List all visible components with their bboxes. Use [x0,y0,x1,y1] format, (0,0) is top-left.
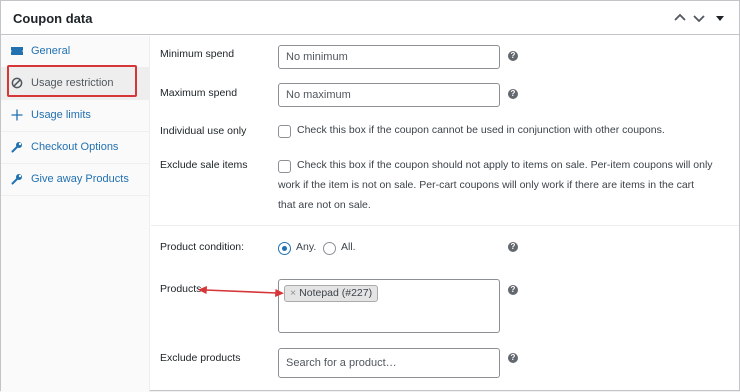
min-spend-input[interactable] [278,45,500,69]
products-label: Products [160,283,202,295]
individual-use-label: Individual use only [160,125,247,137]
tab-label: Checkout Options [31,141,119,153]
selected-product-name: Notepad (#227) [299,287,373,299]
move-up-button[interactable] [671,9,689,27]
exclude-sale-label: Exclude sale items [160,159,248,171]
usage-restriction-panel: Minimum spend ? Maximum spend ? Individu… [151,36,739,392]
wrench-icon [11,141,23,153]
exclude-products-label: Exclude products [160,352,241,364]
panel-title: Coupon data [13,11,93,26]
exclude-products-input[interactable] [278,348,500,378]
help-icon[interactable]: ? [508,285,518,295]
exclude-sale-description-line: that are not on sale. [278,199,371,211]
caret-down-icon [716,16,724,21]
exclude-sale-description-line: Check this box if the coupon should not … [297,159,713,171]
chevron-down-icon [693,15,705,23]
individual-use-description: Check this box if the coupon cannot be u… [297,124,665,136]
min-spend-label: Minimum spend [160,48,235,60]
max-spend-input[interactable] [278,83,500,107]
remove-icon[interactable]: × [290,287,296,299]
max-spend-label: Maximum spend [160,87,238,99]
products-select[interactable]: × Notepad (#227) [278,279,500,333]
tab-label: General [31,45,71,57]
toggle-panel-button[interactable] [711,9,729,27]
annotation-highlight-box [7,65,137,97]
section-divider [151,225,739,226]
tab-label: Usage limits [31,109,91,121]
chevron-up-icon [674,13,686,21]
condition-any-radio[interactable] [278,242,291,255]
selected-product-chip: × Notepad (#227) [284,285,379,302]
tab-general[interactable]: General [1,36,150,68]
help-icon[interactable]: ? [508,353,518,363]
annotation-double-arrow [198,286,284,297]
move-down-button[interactable] [690,9,708,27]
wrench-icon [11,173,23,185]
exclude-sale-description-line: work if the item is not on sale. Per-car… [278,179,695,191]
product-condition-label: Product condition: [160,241,245,253]
tab-label: Give away Products [31,173,129,185]
exclude-sale-checkbox[interactable] [278,160,291,173]
condition-all-label: All. [341,241,356,253]
help-icon[interactable]: ? [508,51,518,61]
condition-any-label: Any. [296,241,317,253]
tab-give-away-products[interactable]: Give away Products [1,164,150,196]
coupon-data-panel: Coupon data General Usage restriction Us… [0,0,740,392]
condition-all-radio[interactable] [323,242,336,255]
panel-header: Coupon data [1,1,739,35]
tab-checkout-options[interactable]: Checkout Options [1,132,150,164]
plus-move-icon [11,109,23,121]
help-icon[interactable]: ? [508,89,518,99]
help-icon[interactable]: ? [508,242,518,252]
individual-use-checkbox[interactable] [278,125,291,138]
tab-usage-limits[interactable]: Usage limits [1,100,150,132]
ticket-icon [11,45,23,57]
